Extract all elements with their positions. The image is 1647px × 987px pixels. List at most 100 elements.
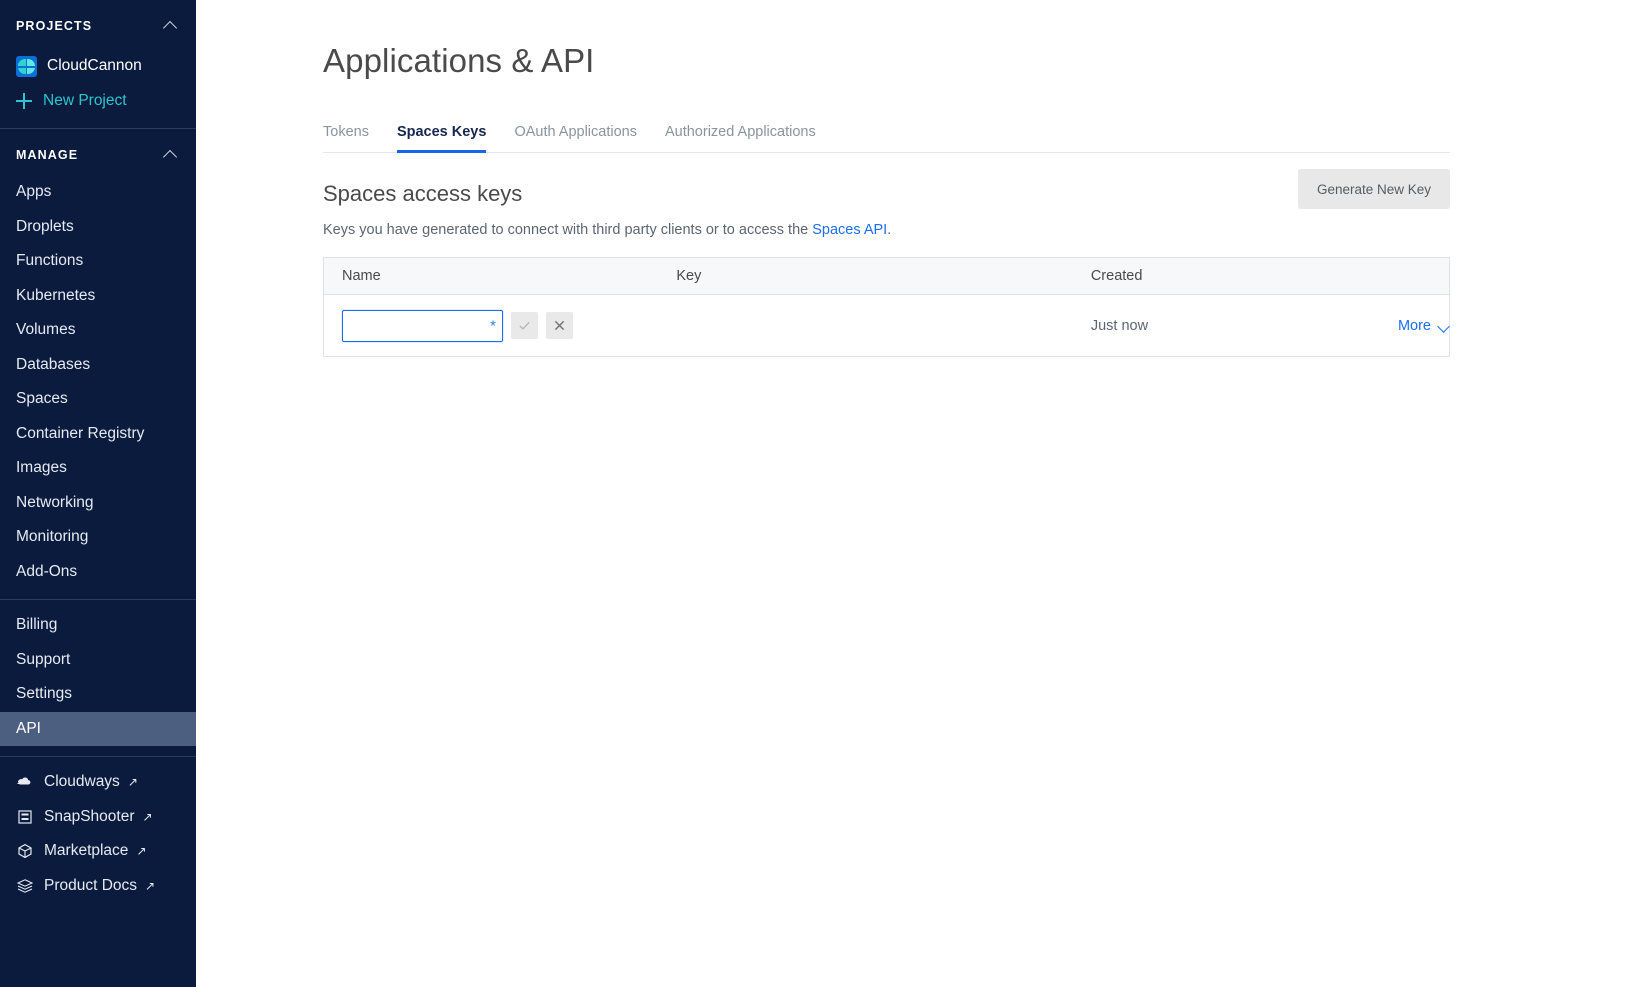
key-name-editor: * [342, 310, 658, 342]
external-link-icon: ↗ [128, 776, 138, 788]
sidebar-item-label: Settings [16, 685, 72, 703]
sidebar-item-label: Networking [16, 494, 94, 512]
confirm-key-name-button[interactable] [511, 312, 538, 339]
column-header-created: Created [1073, 258, 1373, 295]
sidebar-item-kubernetes[interactable]: Kubernetes [0, 279, 196, 314]
new-project-button[interactable]: New Project [0, 84, 196, 118]
external-link-icon: ↗ [143, 811, 153, 823]
stack-icon [16, 878, 34, 894]
sidebar-item-monitoring[interactable]: Monitoring [0, 520, 196, 555]
sidebar-item-label: Monitoring [16, 528, 88, 546]
tab-tokens[interactable]: Tokens [323, 124, 369, 153]
sidebar-item-label: Billing [16, 616, 57, 634]
table-row: * [324, 295, 1450, 357]
sidebar-item-settings[interactable]: Settings [0, 677, 196, 712]
sidebar-item-snapshooter[interactable]: SnapShooter ↗ [0, 800, 196, 835]
sidebar-item-droplets[interactable]: Droplets [0, 210, 196, 245]
sidebar-item-product-docs[interactable]: Product Docs ↗ [0, 869, 196, 904]
cube-icon [16, 843, 34, 859]
sidebar-item-networking[interactable]: Networking [0, 486, 196, 521]
tab-spaces-keys[interactable]: Spaces Keys [397, 124, 486, 153]
cloud-icon [16, 774, 34, 790]
check-icon [517, 318, 532, 333]
column-header-key: Key [658, 258, 1072, 295]
plus-icon [16, 93, 32, 109]
section-header: Spaces access keys Generate New Key [323, 181, 1450, 209]
key-name-input-wrapper: * [342, 310, 503, 342]
tab-oauth-applications[interactable]: OAuth Applications [514, 124, 637, 153]
tab-authorized-applications[interactable]: Authorized Applications [665, 124, 816, 153]
sidebar-item-label: SnapShooter [44, 808, 135, 826]
cell-key [658, 295, 1072, 357]
sidebar-section-projects-title: PROJECTS [16, 19, 92, 33]
table-head: Name Key Created [324, 258, 1450, 295]
column-header-name: Name [324, 258, 659, 295]
more-actions-button[interactable]: More [1398, 318, 1449, 334]
column-header-actions [1372, 258, 1449, 295]
sidebar-current-project-label: CloudCannon [47, 57, 142, 75]
sidebar-section-manage-title: MANAGE [16, 148, 78, 162]
sidebar-item-label: Product Docs [44, 877, 137, 895]
sidebar-account-list: Billing Support Settings API [0, 600, 196, 746]
chevron-up-icon[interactable] [164, 148, 178, 162]
table-header-row: Name Key Created [324, 258, 1450, 295]
section-description-suffix: . [887, 222, 891, 238]
sidebar-section-manage-header[interactable]: MANAGE [0, 137, 196, 173]
sidebar-item-marketplace[interactable]: Marketplace ↗ [0, 834, 196, 869]
sidebar-item-volumes[interactable]: Volumes [0, 313, 196, 348]
sidebar: PROJECTS CloudCannon New Project MANAGE … [0, 0, 196, 987]
cloudcannon-logo-icon [16, 56, 37, 77]
sidebar-item-label: Add-Ons [16, 563, 77, 581]
sidebar-current-project[interactable]: CloudCannon [0, 48, 196, 84]
cell-created: Just now [1073, 295, 1373, 357]
chevron-up-icon[interactable] [164, 19, 178, 33]
sidebar-item-label: Apps [16, 183, 51, 201]
app-root: PROJECTS CloudCannon New Project MANAGE … [0, 0, 1647, 987]
sidebar-item-billing[interactable]: Billing [0, 608, 196, 643]
external-link-icon: ↗ [145, 880, 155, 892]
section-description-prefix: Keys you have generated to connect with … [323, 222, 812, 238]
cell-actions: More [1372, 295, 1449, 357]
sidebar-item-label: API [16, 720, 41, 738]
sidebar-item-apps[interactable]: Apps [0, 175, 196, 210]
sidebar-divider-1 [0, 128, 196, 129]
sidebar-item-label: Container Registry [16, 425, 144, 443]
close-icon [552, 318, 567, 333]
sidebar-item-label: Spaces [16, 390, 68, 408]
sidebar-item-databases[interactable]: Databases [0, 348, 196, 383]
chevron-down-icon [1439, 321, 1449, 331]
spaces-api-link[interactable]: Spaces API [812, 222, 887, 238]
sidebar-item-label: Droplets [16, 218, 74, 236]
generate-new-key-button[interactable]: Generate New Key [1298, 169, 1450, 209]
sidebar-item-support[interactable]: Support [0, 643, 196, 678]
spaces-keys-table: Name Key Created * [323, 257, 1450, 357]
sidebar-item-label: Cloudways [44, 773, 120, 791]
key-name-input[interactable] [342, 310, 503, 342]
sidebar-item-label: Images [16, 459, 67, 477]
sidebar-item-spaces[interactable]: Spaces [0, 382, 196, 417]
table-body: * [324, 295, 1450, 357]
new-project-label: New Project [43, 92, 127, 110]
sidebar-item-functions[interactable]: Functions [0, 244, 196, 279]
sidebar-section-projects-header[interactable]: PROJECTS [0, 8, 196, 44]
more-actions-label: More [1398, 318, 1431, 334]
section-description: Keys you have generated to connect with … [323, 222, 1450, 238]
sidebar-item-container-registry[interactable]: Container Registry [0, 417, 196, 452]
sidebar-external-list: Cloudways↗SnapShooter↗Marketplace↗Produc… [0, 757, 196, 903]
sidebar-item-label: Kubernetes [16, 287, 95, 305]
main-content: Applications & API Tokens Spaces Keys OAut… [196, 0, 1647, 987]
cancel-key-name-button[interactable] [546, 312, 573, 339]
sidebar-item-label: Functions [16, 252, 83, 270]
cell-name: * [324, 295, 659, 357]
tab-bar: Tokens Spaces Keys OAuth Applications Autho… [323, 117, 1450, 153]
sidebar-item-images[interactable]: Images [0, 451, 196, 486]
section-title: Spaces access keys [323, 181, 522, 207]
sidebar-item-cloudways[interactable]: Cloudways ↗ [0, 765, 196, 800]
external-link-icon: ↗ [136, 845, 146, 857]
sidebar-manage-list: Apps Droplets Functions Kubernetes VolumesDa… [0, 173, 196, 589]
sidebar-item-add-ons[interactable]: Add-Ons [0, 555, 196, 590]
sidebar-item-api[interactable]: API [0, 712, 196, 747]
sidebar-item-label: Marketplace [44, 842, 128, 860]
snapshot-icon [16, 809, 34, 825]
page-title: Applications & API [323, 42, 1647, 80]
